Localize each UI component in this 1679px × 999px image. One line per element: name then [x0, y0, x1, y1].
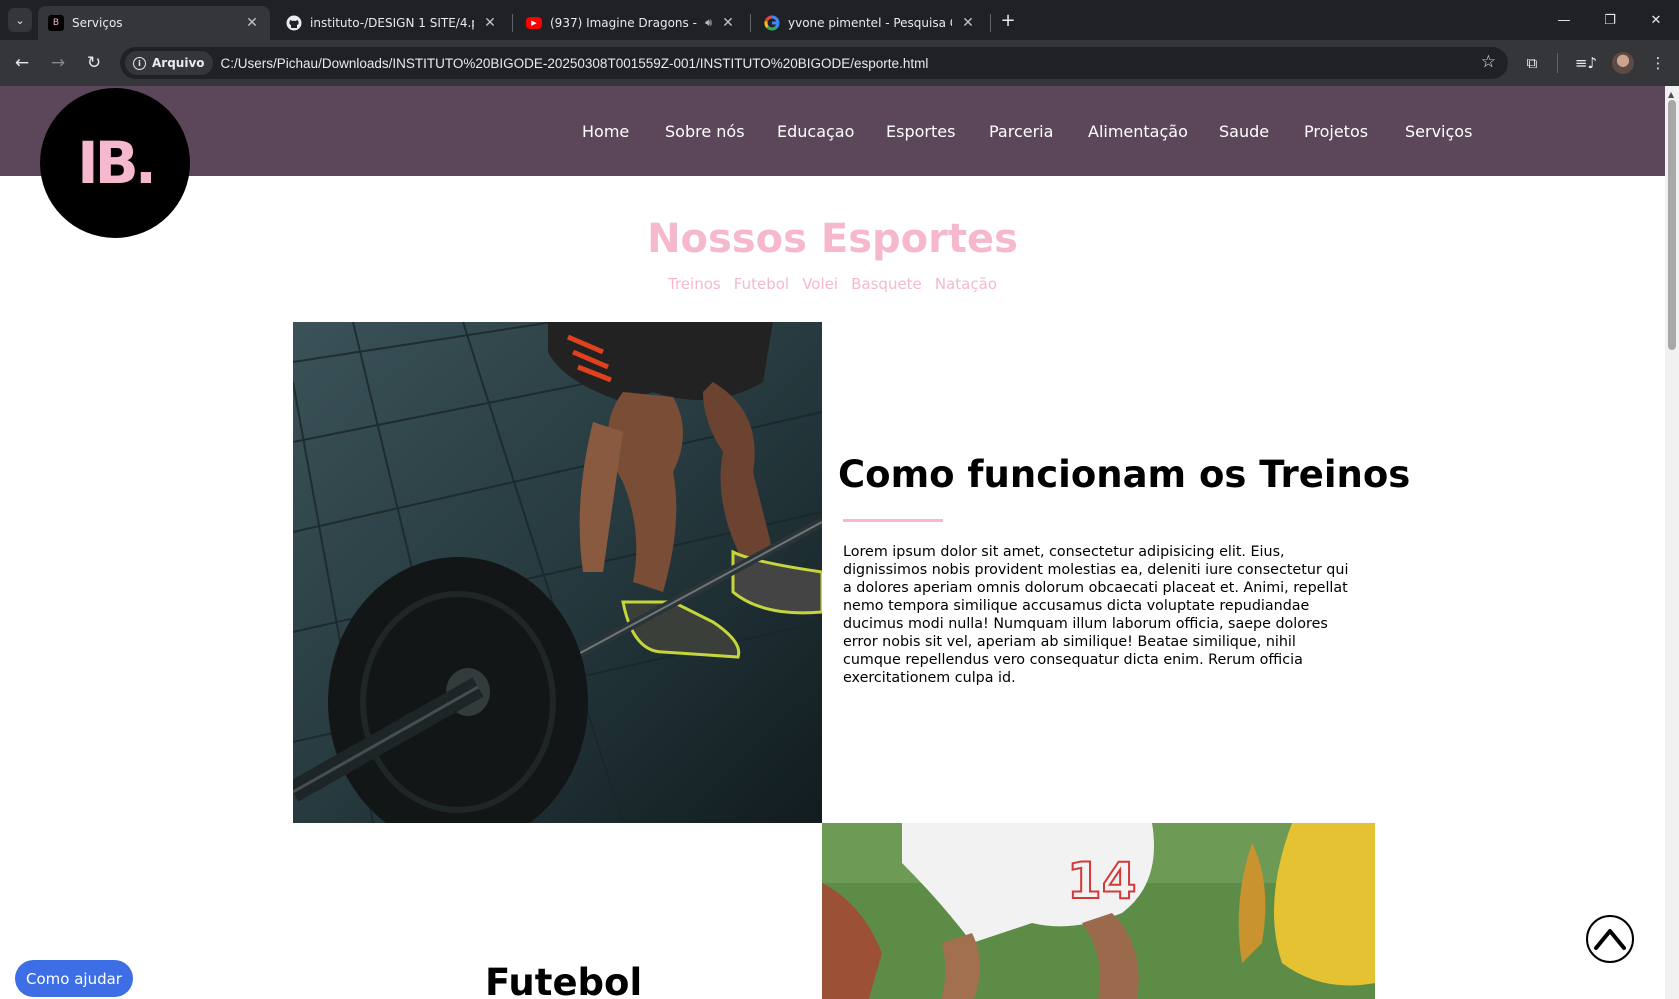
browser-toolbar: ← → ↻ i Arquivo C:/Users/Pichau/Download… [0, 40, 1679, 86]
help-button[interactable]: Como ajudar [15, 960, 133, 997]
tab-title: (937) Imagine Dragons - De [550, 16, 702, 30]
nav-educacao[interactable]: Educaçao [777, 122, 854, 141]
github-icon [286, 15, 302, 31]
logo-text: IB. [77, 129, 157, 197]
site-favicon-icon: B [48, 15, 64, 31]
scroll-thumb[interactable] [1668, 100, 1676, 350]
subnav-volei[interactable]: Volei [802, 275, 838, 293]
nav-projetos[interactable]: Projetos [1304, 122, 1368, 141]
pink-divider [843, 519, 943, 522]
page-viewport: Home Sobre nós Educaçao Esportes Parceri… [0, 86, 1665, 999]
nav-alimentacao[interactable]: Alimentação [1088, 122, 1188, 141]
bookmark-star-icon[interactable]: ☆ [1481, 52, 1496, 72]
tab-separator [750, 14, 751, 32]
nav-parceria[interactable]: Parceria [989, 122, 1053, 141]
extensions-puzzle-icon[interactable]: ⧉ [1518, 49, 1546, 77]
restore-icon[interactable]: ❐ [1587, 0, 1633, 40]
tab-title: Serviços [72, 16, 123, 30]
tab-youtube[interactable]: ▶ (937) Imagine Dragons - De 🔊︎ ✕ [516, 6, 746, 40]
subnav-basquete[interactable]: Basquete [851, 275, 922, 293]
close-tab-icon[interactable]: ✕ [960, 15, 976, 31]
tab-servicos[interactable]: B Serviços ✕ [38, 6, 270, 40]
subnav-natacao[interactable]: Natação [935, 275, 997, 293]
toolbar-separator [1557, 53, 1558, 73]
treinos-text: Lorem ipsum dolor sit amet, consectetur … [843, 544, 1349, 686]
scroll-to-top-button[interactable] [1586, 915, 1634, 963]
site-logo[interactable]: IB. [40, 88, 190, 238]
media-control-icon[interactable]: ≡♪ [1572, 49, 1600, 77]
more-menu-icon[interactable]: ⋮ [1644, 49, 1672, 77]
close-window-icon[interactable]: ✕ [1633, 0, 1679, 40]
tab-title: yvone pimentel - Pesquisa Goo [788, 16, 952, 30]
nav-esportes[interactable]: Esportes [886, 122, 955, 141]
weightlifting-photo [293, 322, 822, 823]
youtube-icon: ▶ [526, 17, 542, 29]
close-tab-icon[interactable]: ✕ [482, 15, 498, 31]
close-tab-icon[interactable]: ✕ [720, 15, 736, 31]
tab-search-button[interactable]: ⌄ [8, 8, 32, 32]
tab-separator [512, 14, 513, 32]
subnav-treinos[interactable]: Treinos [668, 275, 721, 293]
back-arrow-icon[interactable]: ← [8, 49, 36, 77]
jersey-number: 14 [1067, 852, 1137, 910]
new-tab-button[interactable]: + [996, 8, 1020, 32]
futebol-heading: Futebol [485, 961, 643, 999]
tab-google[interactable]: yvone pimentel - Pesquisa Goo ✕ [754, 6, 986, 40]
page-title: Nossos Esportes [647, 216, 1018, 262]
audio-playing-icon[interactable]: 🔊︎ [705, 16, 712, 30]
minimize-icon[interactable]: — [1541, 0, 1587, 40]
google-icon [764, 15, 780, 31]
site-info-chip[interactable]: i Arquivo [125, 51, 213, 75]
url-text[interactable]: C:/Users/Pichau/Downloads/INSTITUTO%20BI… [221, 56, 929, 71]
subnav-futebol[interactable]: Futebol [734, 275, 789, 293]
chevron-up-icon [1594, 929, 1626, 950]
football-photo: 14 [822, 823, 1375, 999]
treinos-heading: Como funcionam os Treinos [838, 453, 1411, 496]
tab-title: instituto-/DESIGN 1 SITE/4.png [310, 16, 474, 30]
tab-separator [990, 14, 991, 32]
sports-subnav: Treinos Futebol Volei Basquete Natação [0, 274, 1665, 293]
browser-tab-bar: ⌄ B Serviços ✕ instituto-/DESIGN 1 SITE/… [0, 0, 1679, 40]
profile-avatar[interactable] [1612, 52, 1634, 74]
nav-saude[interactable]: Saude [1219, 122, 1269, 141]
forward-arrow-icon[interactable]: → [44, 49, 72, 77]
address-bar[interactable]: i Arquivo C:/Users/Pichau/Downloads/INST… [120, 47, 1508, 79]
reload-icon[interactable]: ↻ [80, 49, 108, 77]
tab-github[interactable]: instituto-/DESIGN 1 SITE/4.png ✕ [276, 6, 508, 40]
nav-servicos[interactable]: Serviços [1405, 122, 1472, 141]
nav-sobre-nos[interactable]: Sobre nós [665, 122, 745, 141]
scroll-up-icon[interactable]: ▲ [1668, 90, 1674, 99]
site-chip-label: Arquivo [152, 56, 205, 70]
nav-home[interactable]: Home [582, 122, 629, 141]
site-header: Home Sobre nós Educaçao Esportes Parceri… [0, 86, 1665, 176]
info-icon: i [133, 56, 146, 70]
page-scrollbar[interactable]: ▲ [1665, 86, 1679, 999]
close-tab-icon[interactable]: ✕ [244, 15, 260, 31]
